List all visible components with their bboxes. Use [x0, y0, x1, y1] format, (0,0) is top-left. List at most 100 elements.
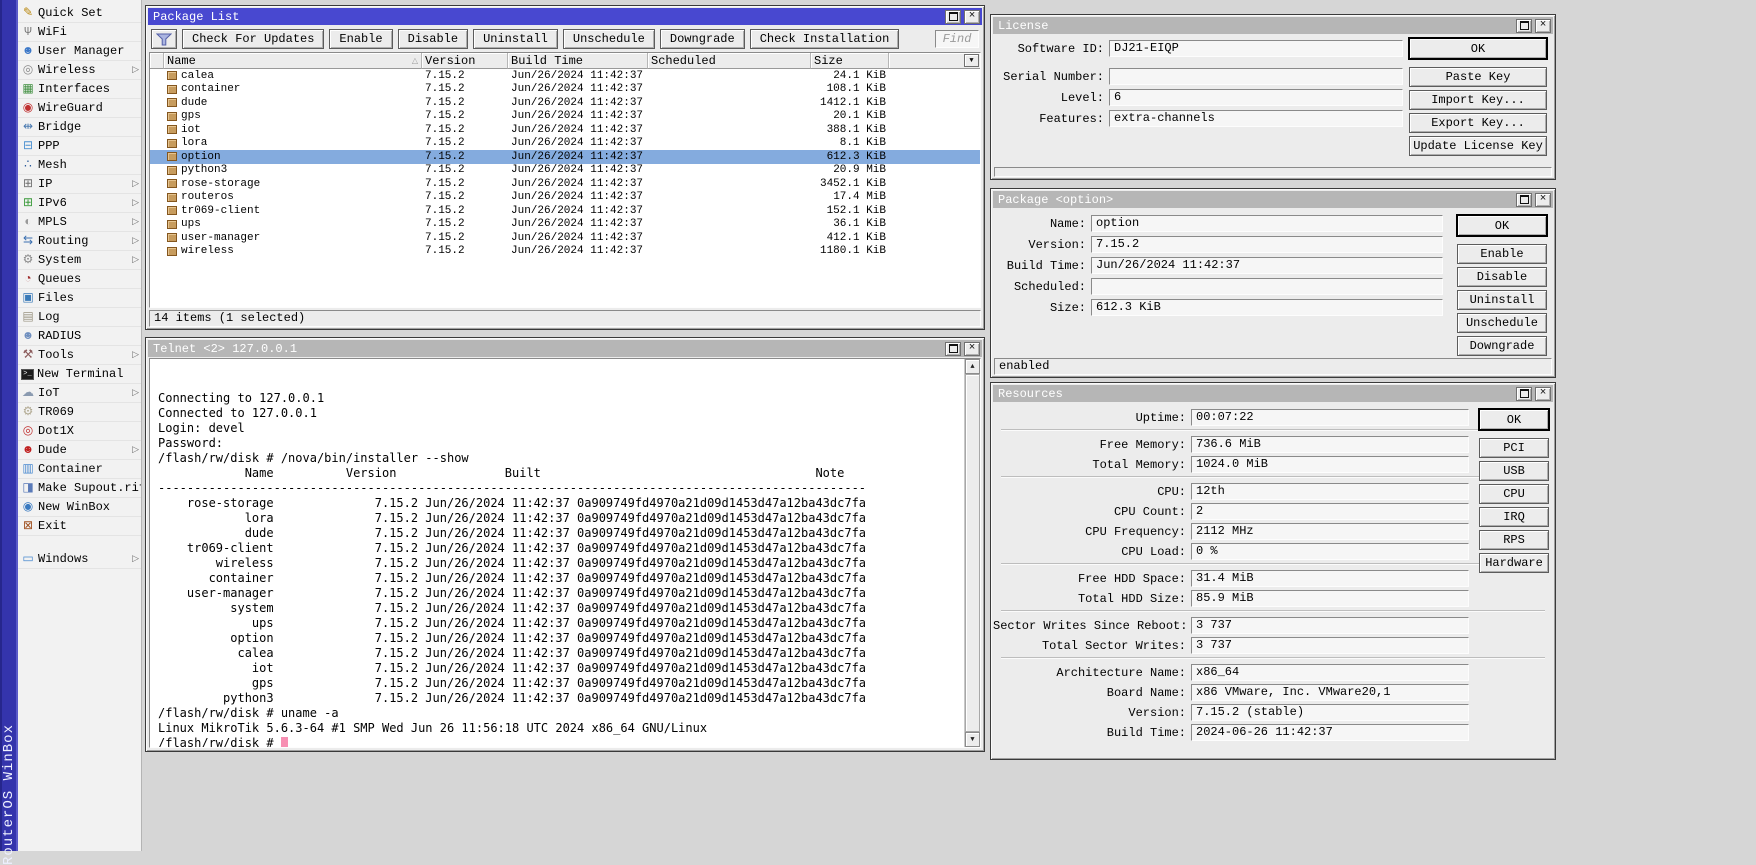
license-ok-button[interactable]: OK	[1409, 38, 1547, 59]
sidebar-item-ppp[interactable]: ⊟PPP	[18, 137, 141, 156]
sidebar-item-interfaces[interactable]: ▦Interfaces	[18, 80, 141, 99]
sidebar-item-windows[interactable]: ▭Windows▷	[18, 550, 141, 569]
package-uninstall-button[interactable]: Uninstall	[1457, 290, 1547, 310]
package-unschedule-button[interactable]: Unschedule	[1457, 313, 1547, 333]
maximize-button[interactable]	[945, 10, 961, 24]
disable-button[interactable]: Disable	[398, 29, 468, 49]
sidebar-item-exit[interactable]: ⊠Exit	[18, 517, 141, 536]
close-icon[interactable]: ×	[1535, 19, 1551, 33]
uptime-field[interactable]: 00:07:22	[1191, 409, 1469, 426]
package-row[interactable]: user-manager7.15.2Jun/26/2024 11:42:3741…	[150, 231, 980, 245]
architecture-name-field[interactable]: x86_64	[1191, 664, 1469, 681]
column-header-version[interactable]: Version	[422, 53, 508, 69]
unschedule-button[interactable]: Unschedule	[563, 29, 655, 49]
build-time-field[interactable]: Jun/26/2024 11:42:37	[1091, 257, 1443, 274]
package-list-titlebar[interactable]: Package List ×	[148, 8, 982, 25]
sidebar-item-make-supout-rif[interactable]: ◨Make Supout.rif	[18, 479, 141, 498]
resources-usb-button[interactable]: USB	[1479, 461, 1549, 481]
close-icon[interactable]: ×	[1535, 193, 1551, 207]
maximize-button[interactable]	[1516, 19, 1532, 33]
package-row[interactable]: tr069-client7.15.2Jun/26/2024 11:42:3715…	[150, 204, 980, 218]
column-header-scheduled[interactable]: Scheduled	[648, 53, 811, 69]
total-memory-field[interactable]: 1024.0 MiB	[1191, 456, 1469, 473]
free-memory-field[interactable]: 736.6 MiB	[1191, 436, 1469, 453]
resources-irq-button[interactable]: IRQ	[1479, 507, 1549, 527]
sidebar-item-wifi[interactable]: ΨWiFi	[18, 23, 141, 42]
scroll-down-icon[interactable]: ▼	[965, 732, 980, 747]
package-row[interactable]: python37.15.2Jun/26/2024 11:42:3720.9 Mi…	[150, 164, 980, 178]
features-field[interactable]: extra-channels	[1109, 110, 1403, 127]
package-row[interactable]: routeros7.15.2Jun/26/2024 11:42:3717.4 M…	[150, 191, 980, 205]
cpu-field[interactable]: 12th	[1191, 483, 1469, 500]
maximize-button[interactable]	[945, 342, 961, 356]
column-header-name[interactable]: Name△	[164, 53, 422, 69]
package-row[interactable]: calea7.15.2Jun/26/2024 11:42:3724.1 KiB	[150, 69, 980, 83]
size-field[interactable]: 612.3 KiB	[1091, 299, 1443, 316]
name-field[interactable]: option	[1091, 215, 1443, 232]
close-icon[interactable]: ×	[964, 342, 980, 356]
maximize-button[interactable]	[1516, 193, 1532, 207]
license-titlebar[interactable]: License ×	[993, 17, 1553, 34]
board-name-field[interactable]: x86 VMware, Inc. VMware20,1	[1191, 684, 1469, 701]
sidebar-item-queues[interactable]: ◔Queues	[18, 270, 141, 289]
downgrade-button[interactable]: Downgrade	[660, 29, 745, 49]
terminal-scrollbar[interactable]: ▲ ▼	[964, 359, 980, 747]
close-icon[interactable]: ×	[1535, 387, 1551, 401]
sidebar-item-iot[interactable]: ☁IoT▷	[18, 384, 141, 403]
sidebar-item-tools[interactable]: ⚒Tools▷	[18, 346, 141, 365]
build-time-field[interactable]: 2024-06-26 11:42:37	[1191, 724, 1469, 741]
serial-number-field[interactable]	[1109, 68, 1403, 85]
license-export-key-button[interactable]: Export Key...	[1409, 113, 1547, 133]
sidebar-item-container[interactable]: ▥Container	[18, 460, 141, 479]
sidebar-item-quick-set[interactable]: ✎Quick Set	[18, 4, 141, 23]
column-select-icon[interactable]: ▼	[964, 54, 979, 67]
enable-button[interactable]: Enable	[329, 29, 392, 49]
sidebar-item-ipv6[interactable]: ⊞IPv6▷	[18, 194, 141, 213]
package-row[interactable]: dude7.15.2Jun/26/2024 11:42:371412.1 KiB	[150, 96, 980, 110]
package-row[interactable]: container7.15.2Jun/26/2024 11:42:37108.1…	[150, 83, 980, 97]
check-for-updates-button[interactable]: Check For Updates	[182, 29, 324, 49]
sidebar-item-ip[interactable]: ⊞IP▷	[18, 175, 141, 194]
sidebar-item-new-winbox[interactable]: ◉New WinBox	[18, 498, 141, 517]
software-id-field[interactable]: DJ21-EIQP	[1109, 40, 1403, 57]
sidebar-item-bridge[interactable]: ⇹Bridge	[18, 118, 141, 137]
total-sector-writes-field[interactable]: 3 737	[1191, 637, 1469, 654]
sidebar-item-new-terminal[interactable]: >_New Terminal	[18, 365, 141, 384]
version-field[interactable]: 7.15.2	[1091, 236, 1443, 253]
license-import-key-button[interactable]: Import Key...	[1409, 90, 1547, 110]
sector-writes-since-reboot-field[interactable]: 3 737	[1191, 617, 1469, 634]
package-row[interactable]: ups7.15.2Jun/26/2024 11:42:3736.1 KiB	[150, 218, 980, 232]
find-box[interactable]: Find	[935, 30, 979, 48]
resources-pci-button[interactable]: PCI	[1479, 438, 1549, 458]
sidebar-item-wireguard[interactable]: ◉WireGuard	[18, 99, 141, 118]
sidebar-item-dude[interactable]: ☻Dude▷	[18, 441, 141, 460]
level-field[interactable]: 6	[1109, 89, 1403, 106]
package-row[interactable]: option7.15.2Jun/26/2024 11:42:37612.3 Ki…	[150, 150, 980, 164]
cpu-frequency-field[interactable]: 2112 MHz	[1191, 523, 1469, 540]
check-installation-button[interactable]: Check Installation	[750, 29, 900, 49]
maximize-button[interactable]	[1516, 387, 1532, 401]
package-ok-button[interactable]: OK	[1457, 215, 1547, 236]
resources-cpu-button[interactable]: CPU	[1479, 484, 1549, 504]
scrollbar-thumb[interactable]	[965, 374, 980, 732]
uninstall-button[interactable]: Uninstall	[473, 29, 558, 49]
sidebar-item-system[interactable]: ⚙System▷	[18, 251, 141, 270]
free-hdd-space-field[interactable]: 31.4 MiB	[1191, 570, 1469, 587]
package-disable-button[interactable]: Disable	[1457, 267, 1547, 287]
package-row[interactable]: iot7.15.2Jun/26/2024 11:42:37388.1 KiB	[150, 123, 980, 137]
resources-ok-button[interactable]: OK	[1479, 409, 1549, 430]
close-icon[interactable]: ×	[964, 10, 980, 24]
sidebar-item-wireless[interactable]: ◎Wireless▷	[18, 61, 141, 80]
sidebar-item-files[interactable]: ▣Files	[18, 289, 141, 308]
scroll-up-icon[interactable]: ▲	[965, 359, 980, 374]
sidebar-item-dot1x[interactable]: ◎Dot1X	[18, 422, 141, 441]
column-header-size[interactable]: Size	[811, 53, 889, 69]
telnet-titlebar[interactable]: Telnet <2> 127.0.0.1 ×	[148, 340, 982, 357]
package-option-titlebar[interactable]: Package <option> ×	[993, 191, 1553, 208]
sidebar-item-radius[interactable]: ☻RADIUS	[18, 327, 141, 346]
package-row[interactable]: wireless7.15.2Jun/26/2024 11:42:371180.1…	[150, 245, 980, 259]
resources-rps-button[interactable]: RPS	[1479, 530, 1549, 550]
package-row[interactable]: rose-storage7.15.2Jun/26/2024 11:42:3734…	[150, 177, 980, 191]
column-header-build-time[interactable]: Build Time	[508, 53, 648, 69]
package-row[interactable]: lora7.15.2Jun/26/2024 11:42:378.1 KiB	[150, 137, 980, 151]
